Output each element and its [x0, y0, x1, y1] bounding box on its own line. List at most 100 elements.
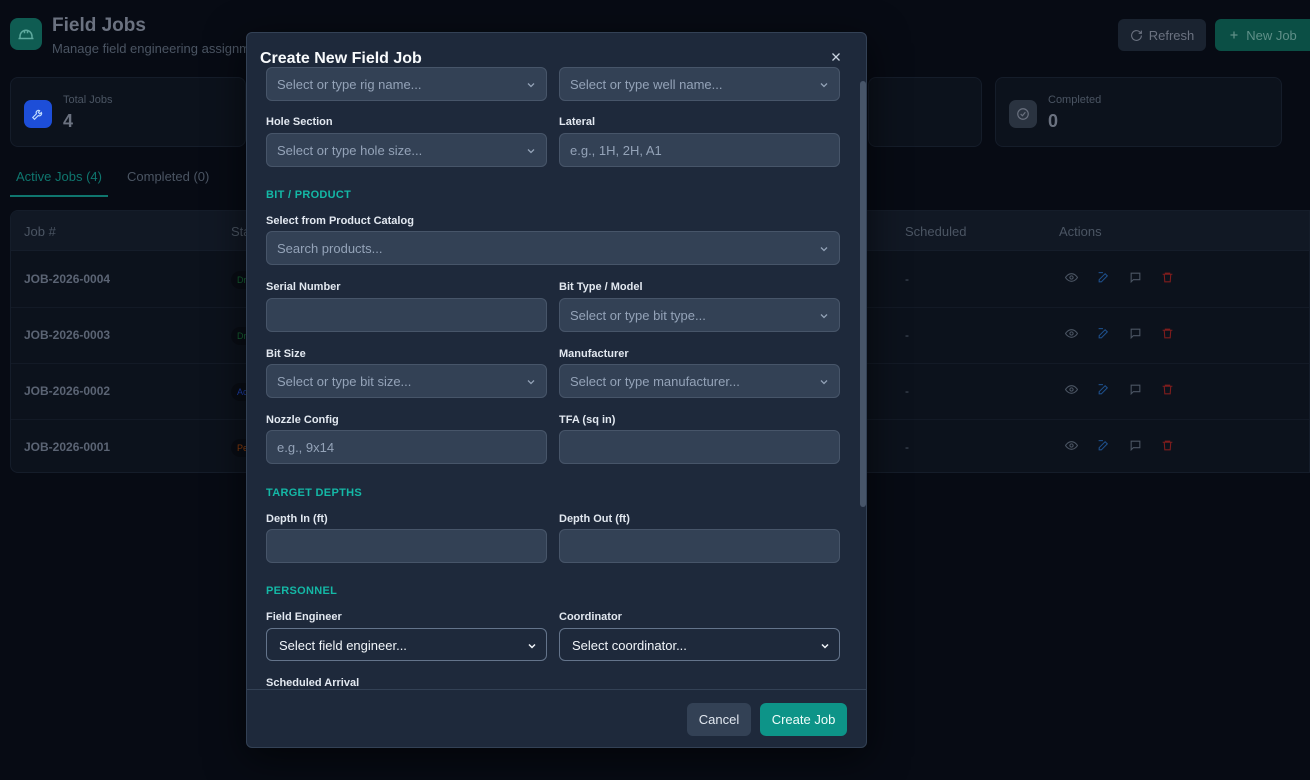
section-bit-product: BIT / PRODUCT [266, 189, 352, 201]
hole-section-label: Hole Section [266, 116, 333, 128]
engineer-select-value: Select field engineer... [279, 638, 407, 653]
section-target-depths: TARGET DEPTHS [266, 487, 362, 499]
eye-icon[interactable] [1064, 438, 1078, 452]
th-actions: Actions [1059, 224, 1102, 239]
create-job-modal: Create New Field Job Hole Section Latera… [246, 32, 867, 748]
tab-active-jobs[interactable]: Active Jobs (4) [16, 169, 102, 184]
th-job: Job # [24, 224, 56, 239]
new-job-button[interactable]: New Job [1215, 19, 1310, 51]
check-circle-icon [1009, 100, 1037, 128]
nozzle-label: Nozzle Config [266, 414, 339, 426]
bit-type-label: Bit Type / Model [559, 281, 643, 293]
stat-card-hidden [868, 77, 982, 147]
stat-card-total: Total Jobs 4 [10, 77, 246, 147]
tfa-input[interactable] [560, 431, 839, 463]
stat-card-completed: Completed 0 [995, 77, 1282, 147]
trash-icon[interactable] [1160, 382, 1174, 396]
well-input[interactable] [560, 68, 839, 100]
row-actions [1064, 326, 1174, 340]
catalog-label: Select from Product Catalog [266, 215, 414, 227]
depth-out-field[interactable] [559, 529, 840, 563]
th-scheduled: Scheduled [905, 224, 967, 239]
hole-section-input[interactable] [267, 134, 546, 166]
bit-size-combobox[interactable] [266, 364, 547, 398]
lateral-input[interactable] [560, 134, 839, 166]
job-number: JOB-2026-0004 [24, 272, 111, 286]
comment-icon[interactable] [1128, 326, 1142, 340]
well-combobox[interactable] [559, 67, 840, 101]
manufacturer-label: Manufacturer [559, 348, 629, 360]
stat-label: Completed [1048, 94, 1102, 106]
hard-hat-icon [10, 18, 42, 50]
edit-icon[interactable] [1096, 270, 1110, 284]
bit-type-input[interactable] [560, 299, 839, 331]
eye-icon[interactable] [1064, 270, 1078, 284]
depth-out-input[interactable] [560, 530, 839, 562]
field-engineer-select[interactable]: Select field engineer... [266, 628, 547, 661]
scheduled-value: - [905, 384, 909, 398]
hole-section-combobox[interactable] [266, 133, 547, 167]
stat-value: 4 [63, 111, 74, 131]
nozzle-field[interactable] [266, 430, 547, 464]
edit-icon[interactable] [1096, 326, 1110, 340]
scheduled-value: - [905, 328, 909, 342]
tfa-field[interactable] [559, 430, 840, 464]
chevron-down-icon [528, 643, 536, 649]
serial-field[interactable] [266, 298, 547, 332]
scrollbar-thumb[interactable] [860, 81, 866, 507]
wrench-icon [24, 100, 52, 128]
eye-icon[interactable] [1064, 382, 1078, 396]
bit-size-input[interactable] [267, 365, 546, 397]
bit-type-combobox[interactable] [559, 298, 840, 332]
job-number: JOB-2026-0002 [24, 384, 111, 398]
stat-label: Total Jobs [63, 94, 113, 106]
depth-in-input[interactable] [267, 530, 546, 562]
row-actions [1064, 382, 1174, 396]
product-search-input[interactable] [267, 232, 839, 264]
rig-input[interactable] [267, 68, 546, 100]
depth-out-label: Depth Out (ft) [559, 513, 630, 525]
serial-input[interactable] [267, 299, 546, 331]
lateral-field[interactable] [559, 133, 840, 167]
coordinator-select[interactable]: Select coordinator... [559, 628, 840, 661]
modal-scrollbar[interactable] [860, 81, 866, 507]
page-title: Field Jobs [52, 15, 146, 36]
tab-underline [10, 195, 108, 197]
depth-in-label: Depth In (ft) [266, 513, 328, 525]
modal-footer: Cancel Create Job [247, 689, 866, 747]
new-job-label: New Job [1246, 27, 1297, 43]
modal-body[interactable]: Hole Section Lateral BIT / PRODUCT Selec… [247, 65, 866, 689]
refresh-button[interactable]: Refresh [1118, 19, 1206, 51]
edit-icon[interactable] [1096, 382, 1110, 396]
manufacturer-input[interactable] [560, 365, 839, 397]
rig-combobox[interactable] [266, 67, 547, 101]
manufacturer-combobox[interactable] [559, 364, 840, 398]
trash-icon[interactable] [1160, 326, 1174, 340]
product-catalog-combobox[interactable] [266, 231, 840, 265]
stat-value: 0 [1048, 111, 1059, 131]
comment-icon[interactable] [1128, 382, 1142, 396]
page-subtitle: Manage field engineering assignm [52, 41, 251, 56]
row-actions [1064, 270, 1174, 284]
edit-icon[interactable] [1096, 438, 1110, 452]
job-number: JOB-2026-0001 [24, 440, 111, 454]
cancel-button[interactable]: Cancel [687, 703, 751, 736]
close-icon[interactable] [827, 48, 845, 66]
section-personnel: PERSONNEL [266, 585, 338, 597]
row-actions [1064, 438, 1174, 452]
nozzle-input[interactable] [267, 431, 546, 463]
comment-icon[interactable] [1128, 438, 1142, 452]
job-number: JOB-2026-0003 [24, 328, 111, 342]
trash-icon[interactable] [1160, 438, 1174, 452]
arrival-label: Scheduled Arrival [266, 677, 360, 689]
serial-label: Serial Number [266, 281, 341, 293]
trash-icon[interactable] [1160, 270, 1174, 284]
scheduled-value: - [905, 440, 909, 454]
depth-in-field[interactable] [266, 529, 547, 563]
comment-icon[interactable] [1128, 270, 1142, 284]
scheduled-value: - [905, 272, 909, 286]
eye-icon[interactable] [1064, 326, 1078, 340]
tab-completed[interactable]: Completed (0) [127, 169, 209, 184]
create-job-button[interactable]: Create Job [760, 703, 847, 736]
coordinator-label: Coordinator [559, 611, 622, 623]
